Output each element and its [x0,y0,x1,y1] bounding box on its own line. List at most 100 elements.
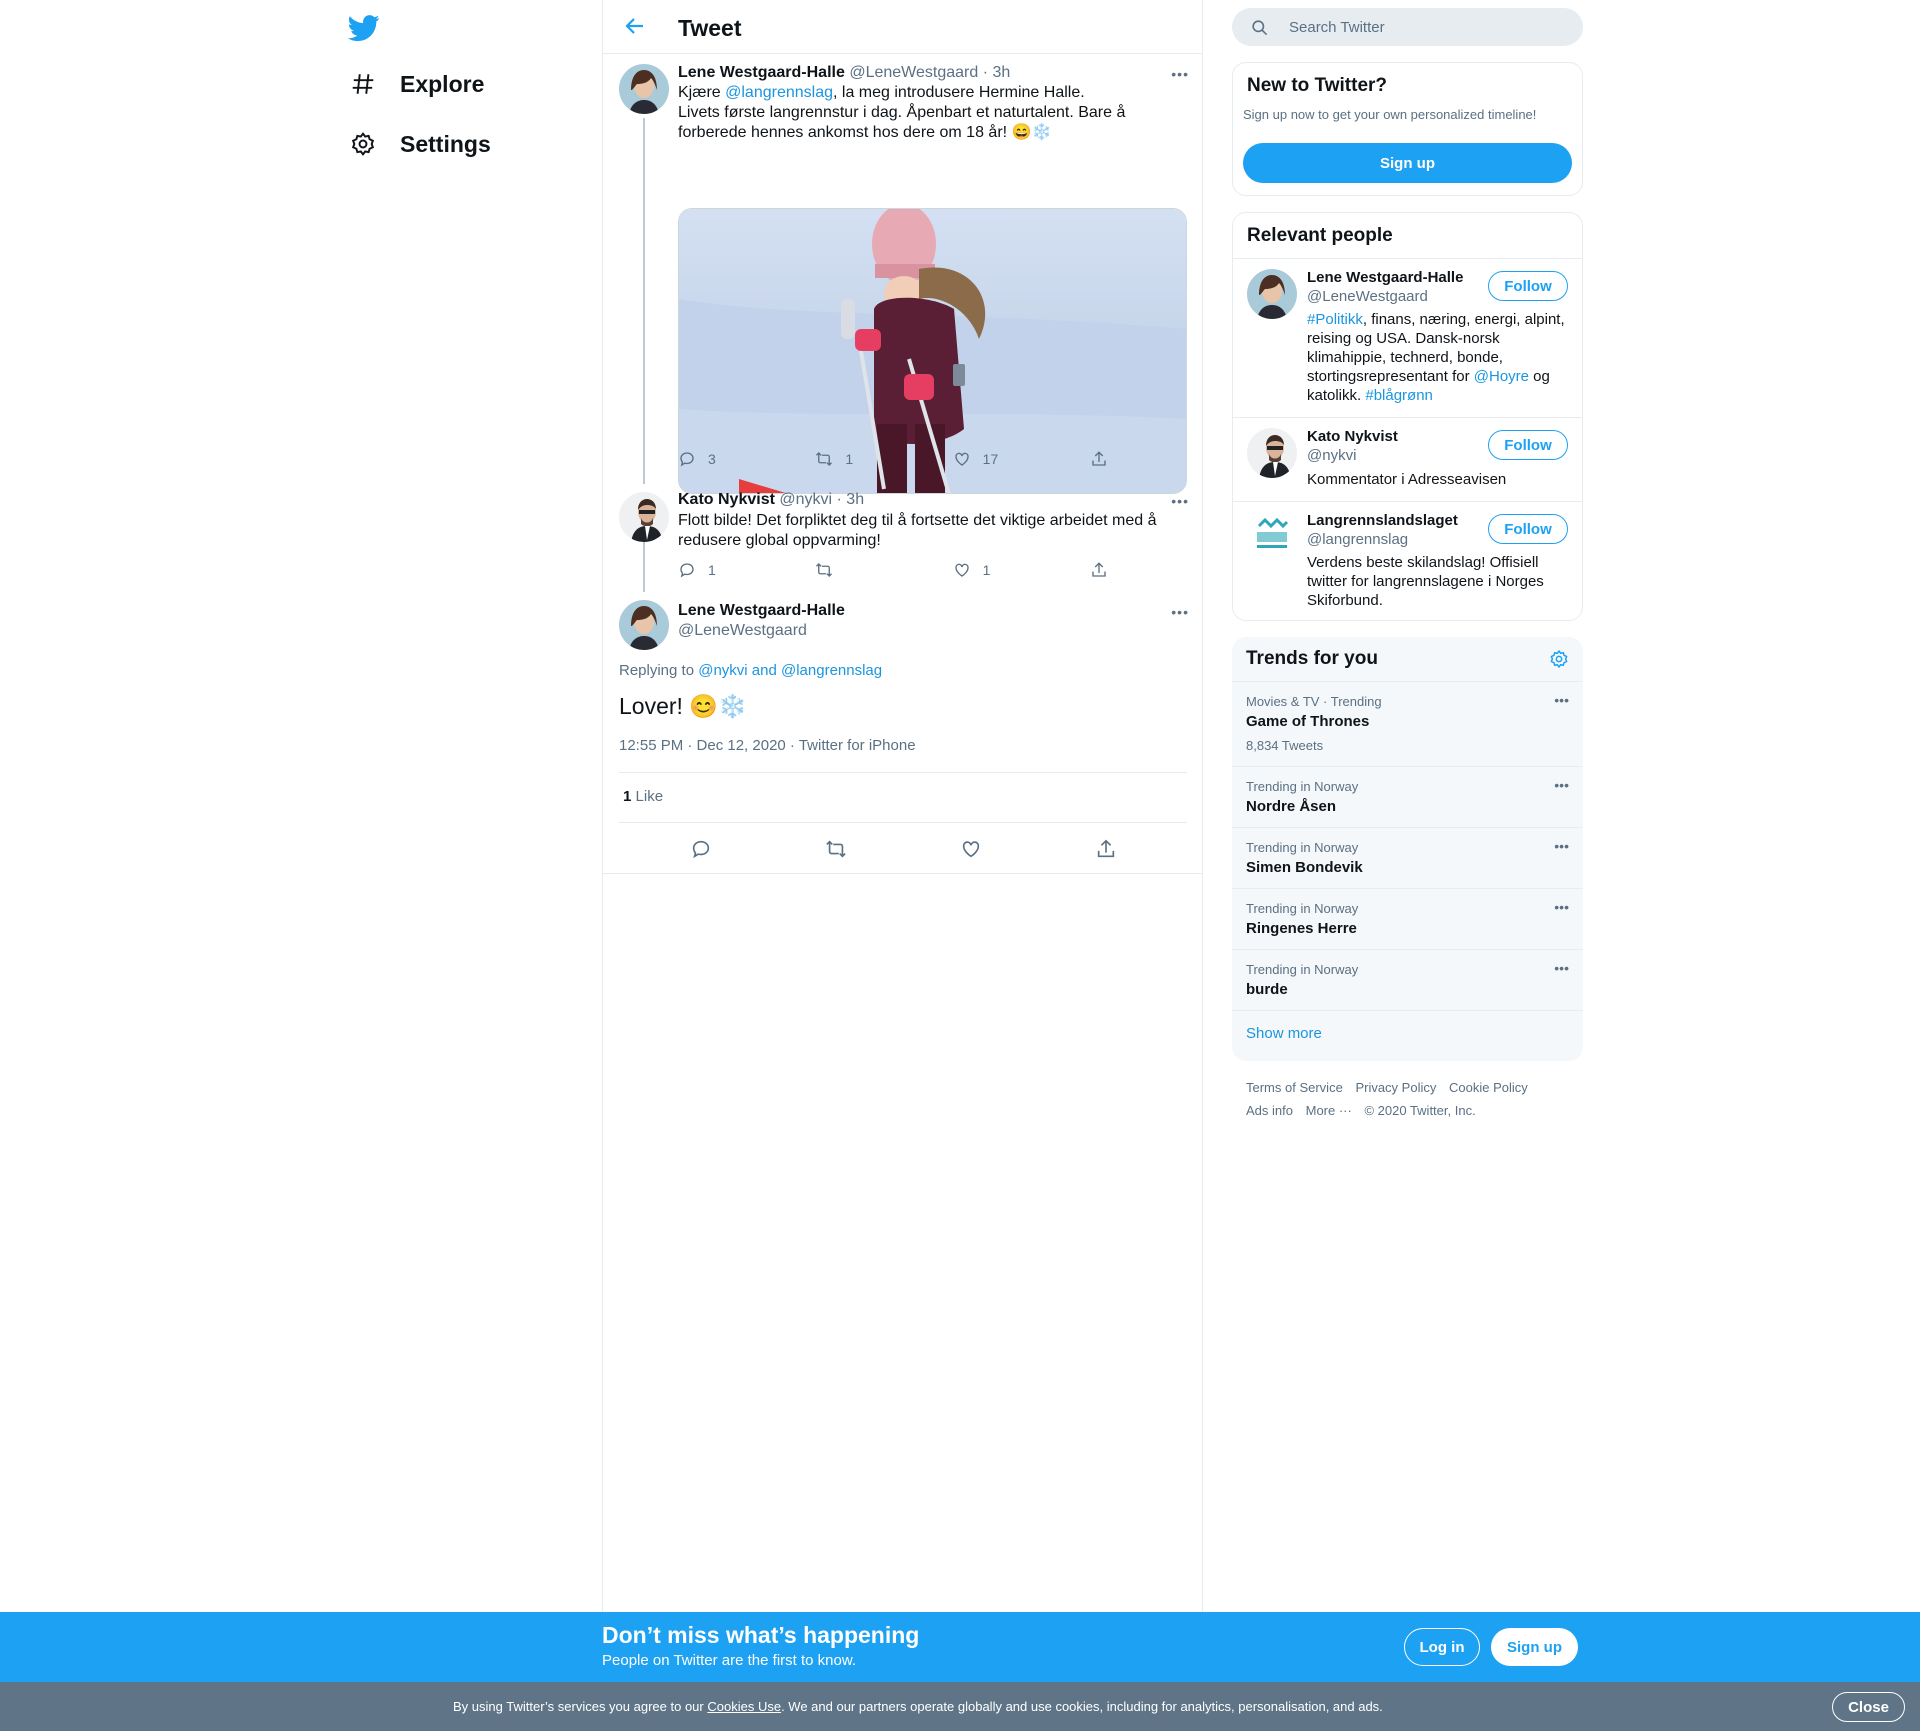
mention-link[interactable]: @langrennslag [725,84,833,101]
card-title: Relevant people [1247,225,1393,246]
reply-icon[interactable] [690,838,712,860]
share-icon[interactable] [1095,838,1117,860]
search-input[interactable]: Search Twitter [1232,8,1583,46]
gear-icon[interactable] [1549,649,1569,669]
more-options-icon[interactable]: ••• [1171,493,1189,509]
more-options-icon[interactable]: ••• [1554,899,1569,915]
person-name[interactable]: Kato Nykvist [1307,428,1398,445]
author-handle[interactable]: @nykvi [779,491,832,508]
trend-item[interactable]: Trending in Norway Nordre Åsen ••• [1232,766,1583,827]
author-handle[interactable]: @LeneWestgaard [849,64,978,81]
tweet[interactable]: Lene Westgaard-Halle @LeneWestgaard · 3h… [603,54,1203,494]
more-options-icon[interactable]: ••• [1554,960,1569,976]
more-options-icon[interactable]: ••• [1554,692,1569,708]
ads-info-link[interactable]: Ads info [1246,1103,1293,1118]
nav-explore[interactable]: Explore [348,64,484,104]
like-button[interactable]: 17 [953,450,1033,468]
replying-to-links[interactable]: @nykvi and @langrennslag [698,662,882,679]
more-link[interactable]: More ··· [1306,1103,1352,1118]
more-options-icon[interactable]: ••• [1171,66,1189,82]
retweet-button[interactable] [815,561,895,579]
mention-link[interactable]: @Hoyre [1474,368,1529,385]
back-arrow-icon[interactable] [623,14,649,40]
avatar[interactable] [619,600,669,650]
main-header: Tweet [603,0,1202,54]
hashtag-link[interactable]: #Politikk [1307,311,1363,328]
sign-up-button[interactable]: Sign up [1243,143,1572,183]
page-title: Tweet [678,15,742,41]
tweet-text-part: , la meg introdusere Hermine Halle. [833,84,1085,101]
trend-name: Ringenes Herre [1246,920,1357,937]
retweet-icon[interactable] [825,838,847,860]
bottom-bar-title: Don’t miss what’s happening [602,1622,920,1648]
twitter-logo-icon[interactable] [348,12,382,42]
terms-link[interactable]: Terms of Service [1246,1080,1343,1095]
tweet[interactable]: Kato Nykvist @nykvi · 3h ••• Flott bilde… [603,478,1203,588]
client-text[interactable]: Twitter for iPhone [799,737,916,754]
like-label: Like [635,788,664,805]
hashtag-link[interactable]: #blågrønn [1365,387,1433,404]
cookie-policy-link[interactable]: Cookie Policy [1449,1080,1528,1095]
person-bio: Kommentator i Adresseavisen [1307,471,1507,488]
timestamp-text[interactable]: 12:55 PM · Dec 12, 2020 [619,737,786,754]
more-options-icon[interactable]: ••• [1171,604,1189,620]
avatar[interactable] [1247,512,1297,562]
heart-icon[interactable] [960,838,982,860]
trend-item[interactable]: Trending in Norway burde ••• [1232,949,1583,1010]
author-handle[interactable]: @LeneWestgaard [678,622,807,640]
follow-button[interactable]: Follow [1488,271,1568,301]
trend-item[interactable]: Movies & TV · Trending Game of Thrones 8… [1232,681,1583,766]
main-column: Tweet Lene Westgaard-Halle @LeneWestgaar… [602,0,1203,1731]
more-options-icon[interactable]: ••• [1554,838,1569,854]
heart-icon [953,561,971,579]
like-count: 1 [982,562,991,578]
person-name[interactable]: Langrennslandslaget [1307,512,1458,529]
person-item[interactable]: Kato Nykvist @nykvi Follow Kommentator i… [1233,417,1582,501]
follow-button[interactable]: Follow [1488,430,1568,460]
replying-label: Replying to [619,662,695,679]
reply-button[interactable]: 3 [678,450,758,468]
share-button[interactable] [1090,561,1108,579]
tweet-actions: 3 1 17 [678,450,1108,468]
avatar[interactable] [1247,428,1297,478]
cookies-use-link[interactable]: Cookies Use [707,1699,781,1714]
retweet-button[interactable]: 1 [815,450,895,468]
log-in-button[interactable]: Log in [1404,1628,1480,1666]
reply-count: 3 [708,451,716,467]
avatar[interactable] [619,64,669,114]
nav-settings[interactable]: Settings [348,124,491,164]
trend-item[interactable]: Trending in Norway Simen Bondevik ••• [1232,827,1583,888]
follow-button[interactable]: Follow [1488,514,1568,544]
avatar[interactable] [619,492,669,542]
tweet-time[interactable]: · 3h [983,64,1011,81]
sign-up-button[interactable]: Sign up [1491,1628,1578,1666]
person-item[interactable]: Langrennslandslaget @langrennslag Follow… [1233,501,1582,620]
person-handle[interactable]: @langrennslag [1307,531,1408,548]
privacy-link[interactable]: Privacy Policy [1355,1080,1436,1095]
author-name[interactable]: Lene Westgaard-Halle [678,602,845,620]
person-handle[interactable]: @LeneWestgaard [1307,288,1428,305]
close-button[interactable]: Close [1832,1692,1905,1722]
author-name[interactable]: Lene Westgaard-Halle [678,64,845,81]
author-name[interactable]: Kato Nykvist [678,491,775,508]
share-button[interactable] [1090,450,1108,468]
tweet-time[interactable]: · 3h [837,491,865,508]
avatar[interactable] [1247,269,1297,319]
person-item[interactable]: Lene Westgaard-Halle @LeneWestgaard Foll… [1233,258,1582,417]
reply-button[interactable]: 1 [678,561,758,579]
like-button[interactable]: 1 [953,561,1033,579]
trend-name: Simen Bondevik [1246,859,1363,876]
nav-settings-label: Settings [400,130,491,157]
like-stats[interactable]: 1 Like [619,772,1187,823]
person-handle[interactable]: @nykvi [1307,447,1356,464]
show-more-link[interactable]: Show more [1232,1010,1583,1060]
card-title: Trends for you [1246,648,1378,669]
trend-meta: Trending in Norway [1246,840,1359,855]
bottom-bar-subtitle: People on Twitter are the first to know. [602,1652,857,1669]
more-options-icon[interactable]: ••• [1554,777,1569,793]
trend-item[interactable]: Trending in Norway Ringenes Herre ••• [1232,888,1583,949]
person-name[interactable]: Lene Westgaard-Halle [1307,269,1463,286]
person-bio: #Politikk, finans, næring, energi, alpin… [1307,310,1569,405]
retweet-count: 1 [845,451,854,467]
trend-name: Nordre Åsen [1246,798,1337,815]
